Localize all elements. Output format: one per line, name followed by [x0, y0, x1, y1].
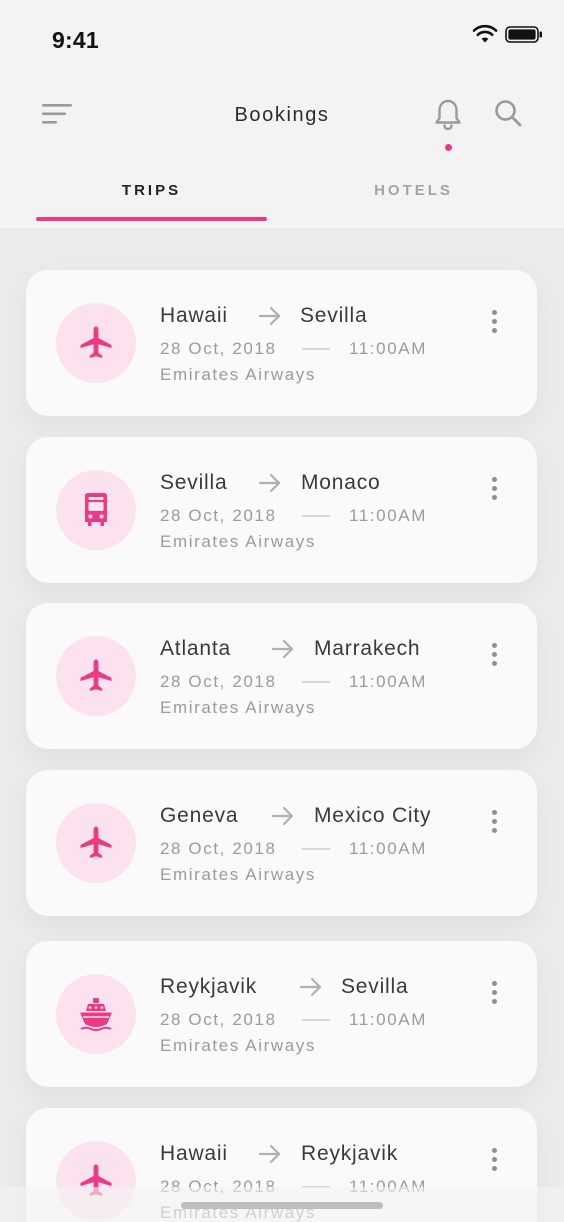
trip-from: Hawaii — [160, 304, 228, 327]
arrow-right-icon — [258, 306, 281, 326]
trip-to: Sevilla — [341, 975, 409, 998]
more-options-icon[interactable] — [486, 477, 502, 507]
more-options-icon[interactable] — [486, 810, 502, 840]
divider — [302, 1019, 330, 1021]
trip-to: Marrakech — [314, 637, 421, 660]
trip-airline: Emirates Airways — [160, 532, 316, 551]
trip-card-5[interactable]: Reykjavik Sevilla 28 Oct, 2018 11:00AM E… — [26, 941, 537, 1087]
transport-icon-circle — [56, 974, 136, 1054]
arrow-right-icon — [271, 806, 294, 826]
trip-from: Geneva — [160, 804, 239, 827]
trip-time: 11:00AM — [349, 1010, 427, 1029]
trip-date: 28 Oct, 2018 — [160, 1010, 277, 1029]
notification-dot — [445, 144, 452, 151]
trip-card-2[interactable]: Sevilla Monaco 28 Oct, 2018 11:00AM Emir… — [26, 437, 537, 583]
trip-to: Sevilla — [300, 304, 368, 327]
transport-icon-circle — [56, 470, 136, 550]
arrow-right-icon — [258, 473, 281, 493]
active-tab-indicator — [36, 217, 267, 221]
trip-date: 28 Oct, 2018 — [160, 672, 277, 691]
divider — [302, 681, 330, 683]
transport-icon-circle — [56, 636, 136, 716]
divider — [302, 348, 330, 350]
more-options-icon[interactable] — [486, 981, 502, 1011]
trip-to: Monaco — [301, 471, 381, 494]
arrow-right-icon — [271, 639, 294, 659]
trip-date: 28 Oct, 2018 — [160, 506, 277, 525]
more-options-icon[interactable] — [486, 310, 502, 340]
ship-icon — [80, 998, 112, 1032]
trip-from: Sevilla — [160, 471, 228, 494]
arrow-right-icon — [299, 977, 322, 997]
more-options-icon[interactable] — [486, 1148, 502, 1178]
status-time: 9:41 — [52, 27, 99, 53]
trip-from: Atlanta — [160, 637, 231, 660]
trip-card-4[interactable]: Geneva Mexico City 28 Oct, 2018 11:00AM … — [26, 770, 537, 916]
header-area: 9:41 Bookings TRIPS HOTELS — [0, 0, 564, 228]
home-indicator[interactable] — [181, 1202, 383, 1209]
tab-hotels[interactable]: HOTELS — [298, 182, 529, 199]
trip-airline: Emirates Airways — [160, 365, 316, 384]
page-title: Bookings — [234, 104, 330, 126]
divider — [302, 848, 330, 850]
trip-date: 28 Oct, 2018 — [160, 839, 277, 858]
trip-from: Hawaii — [160, 1142, 228, 1165]
trip-time: 11:00AM — [349, 506, 427, 525]
transport-icon-circle — [56, 803, 136, 883]
trip-card-3[interactable]: Atlanta Marrakech 28 Oct, 2018 11:00AM E… — [26, 603, 537, 749]
trip-to: Reykjavik — [301, 1142, 399, 1165]
bus-icon — [85, 493, 107, 526]
airplane-icon — [80, 659, 112, 691]
transport-icon-circle — [56, 303, 136, 383]
wifi-icon — [472, 24, 498, 43]
search-icon[interactable] — [493, 98, 523, 128]
tab-trips[interactable]: TRIPS — [36, 182, 267, 199]
trip-to: Mexico City — [314, 804, 432, 827]
trip-airline: Emirates Airways — [160, 698, 316, 717]
more-options-icon[interactable] — [486, 643, 502, 673]
bell-icon[interactable] — [433, 98, 463, 130]
trip-time: 11:00AM — [349, 339, 427, 358]
bookings-screen: 9:41 Bookings TRIPS HOTELS Hawaii Sevill… — [0, 0, 564, 1222]
trip-time: 11:00AM — [349, 672, 427, 691]
trip-card-1[interactable]: Hawaii Sevilla 28 Oct, 2018 11:00AM Emir… — [26, 270, 537, 416]
arrow-right-icon — [258, 1144, 281, 1164]
divider — [302, 515, 330, 517]
trip-airline: Emirates Airways — [160, 1036, 316, 1055]
trip-from: Reykjavik — [160, 975, 258, 998]
battery-icon — [505, 26, 542, 43]
trip-date: 28 Oct, 2018 — [160, 339, 277, 358]
airplane-icon — [80, 826, 112, 858]
airplane-icon — [80, 326, 112, 358]
trip-airline: Emirates Airways — [160, 865, 316, 884]
trip-time: 11:00AM — [349, 839, 427, 858]
